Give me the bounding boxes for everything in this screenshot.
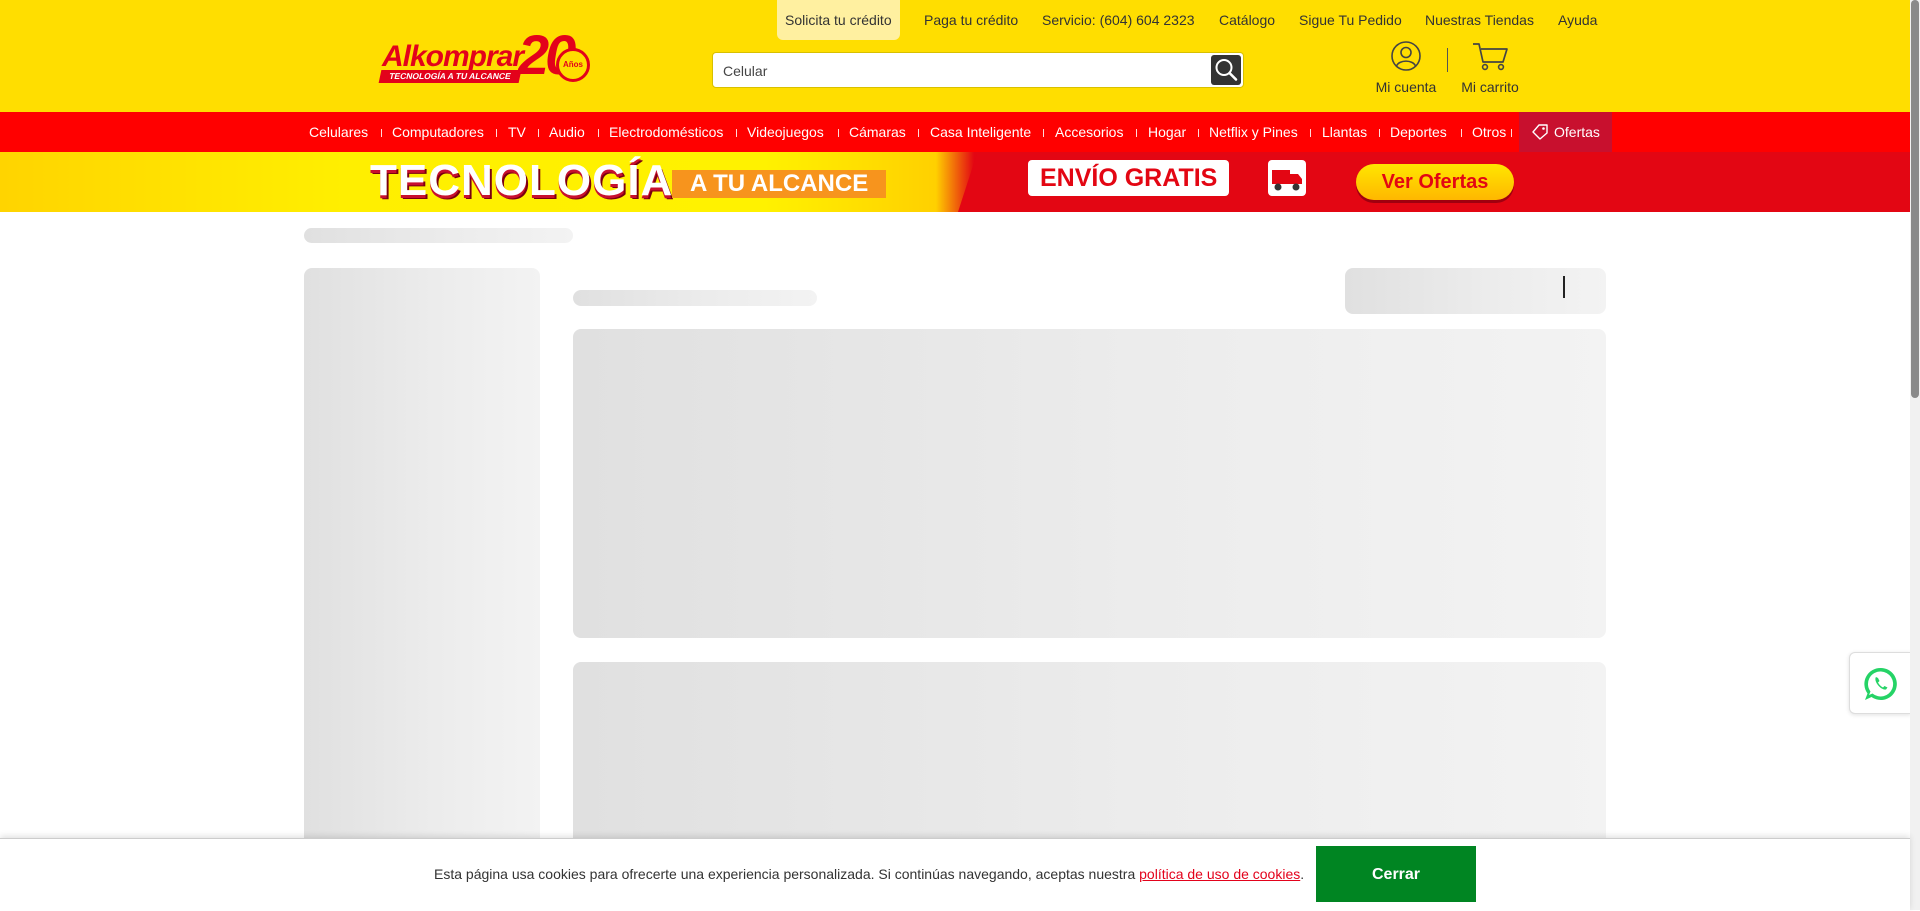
- category-audio[interactable]: Audio: [549, 112, 585, 152]
- banner-cta-button[interactable]: Ver Ofertas: [1356, 164, 1514, 200]
- search-input[interactable]: [721, 53, 1205, 89]
- category-otros[interactable]: Otros: [1472, 112, 1506, 152]
- category-separator: [1511, 129, 1512, 137]
- breadcrumb-skeleton: [304, 228, 573, 243]
- whatsapp-icon: [1864, 667, 1897, 700]
- truck-icon: [1268, 160, 1306, 196]
- cookie-policy-link[interactable]: política de uso de cookies: [1139, 866, 1300, 882]
- category-separator: [1379, 129, 1380, 137]
- category-separator: [1136, 129, 1137, 137]
- cart-icon: [1473, 43, 1508, 71]
- category-separator: [838, 129, 839, 137]
- site-header: Alkomprar TECNOLOGÍA A TU ALCANCE 20 Año…: [0, 0, 1910, 112]
- banner-headline: TECNOLOGÍA: [370, 156, 674, 205]
- top-link-ayuda[interactable]: Ayuda: [1558, 0, 1597, 40]
- top-links: Solicita tu crédito Paga tu crédito Serv…: [0, 0, 1910, 40]
- category-computadores[interactable]: Computadores: [392, 112, 484, 152]
- tag-icon: [1532, 124, 1548, 140]
- category-separator: [1198, 129, 1199, 137]
- category-separator: [1310, 129, 1311, 137]
- category-casa-inteligente[interactable]: Casa Inteligente: [930, 112, 1031, 152]
- category-celulares[interactable]: Celulares: [309, 112, 368, 152]
- category-separator: [538, 129, 539, 137]
- category-separator: [918, 129, 919, 137]
- category-ofertas[interactable]: Ofertas: [1519, 112, 1612, 152]
- logo-tagline: TECNOLOGÍA A TU ALCANCE: [378, 70, 522, 83]
- top-link-sigue-pedido[interactable]: Sigue Tu Pedido: [1299, 0, 1402, 40]
- cookie-message-end: .: [1300, 866, 1305, 882]
- banner-free-shipping: ENVÍO GRATIS: [1028, 160, 1230, 196]
- user-icon: [1391, 41, 1421, 71]
- ofertas-label: Ofertas: [1554, 124, 1600, 140]
- top-link-solicita-credito[interactable]: Solicita tu crédito: [777, 0, 900, 40]
- category-deportes[interactable]: Deportes: [1390, 112, 1447, 152]
- logo-wordmark: Alkomprar: [382, 40, 524, 73]
- cookie-message-text: Esta página usa cookies para ofrecerte u…: [434, 866, 1140, 882]
- product-card-skeleton: [573, 329, 1606, 638]
- search-button[interactable]: [1211, 55, 1241, 85]
- category-netflix-pines[interactable]: Netflix y Pines: [1209, 112, 1298, 152]
- header-divider: [1447, 48, 1448, 72]
- banner-subheadline: A TU ALCANCE: [672, 170, 887, 198]
- product-card-skeleton: [573, 662, 1606, 862]
- sort-select-skeleton: [1345, 268, 1606, 314]
- cart-label: Mi carrito: [1461, 79, 1519, 95]
- cart-link[interactable]: Mi carrito: [1456, 40, 1524, 95]
- account-link[interactable]: Mi cuenta: [1374, 40, 1438, 95]
- page-title-skeleton: [573, 290, 817, 306]
- top-link-servicio[interactable]: Servicio: (604) 604 2323: [1042, 0, 1195, 40]
- top-link-paga-credito[interactable]: Paga tu crédito: [924, 0, 1018, 40]
- category-camaras[interactable]: Cámaras: [849, 112, 906, 152]
- category-tv[interactable]: TV: [508, 112, 526, 152]
- whatsapp-button[interactable]: [1849, 652, 1911, 714]
- category-videojuegos[interactable]: Videojuegos: [747, 112, 824, 152]
- category-separator: [1461, 129, 1462, 137]
- logo-anniversary-suffix: Años: [556, 48, 590, 82]
- category-nav: Celulares Computadores TV Audio Electrod…: [0, 112, 1910, 152]
- cookie-message: Esta página usa cookies para ofrecerte u…: [434, 866, 1304, 882]
- category-hogar[interactable]: Hogar: [1148, 112, 1186, 152]
- category-separator: [598, 129, 599, 137]
- category-separator: [381, 129, 382, 137]
- category-llantas[interactable]: Llantas: [1322, 112, 1367, 152]
- promo-banner[interactable]: TECNOLOGÍA A TU ALCANCE ENVÍO GRATIS Ver…: [0, 152, 1910, 212]
- sidebar-filters-skeleton: [304, 268, 540, 848]
- search-box: [712, 52, 1244, 89]
- top-link-catalogo[interactable]: Catálogo: [1219, 0, 1275, 40]
- category-separator: [1043, 129, 1044, 137]
- cookie-banner: Esta página usa cookies para ofrecerte u…: [0, 838, 1910, 911]
- top-link-tiendas[interactable]: Nuestras Tiendas: [1425, 0, 1534, 40]
- category-separator: [496, 129, 497, 137]
- category-electrodomesticos[interactable]: Electrodomésticos: [609, 112, 723, 152]
- category-accesorios[interactable]: Accesorios: [1055, 112, 1123, 152]
- search-icon: [1215, 59, 1238, 81]
- text-cursor: [1563, 276, 1565, 298]
- category-separator: [736, 129, 737, 137]
- account-label: Mi cuenta: [1375, 79, 1437, 95]
- cookie-close-button[interactable]: Cerrar: [1316, 846, 1476, 902]
- scrollbar-thumb[interactable]: [1911, 0, 1919, 398]
